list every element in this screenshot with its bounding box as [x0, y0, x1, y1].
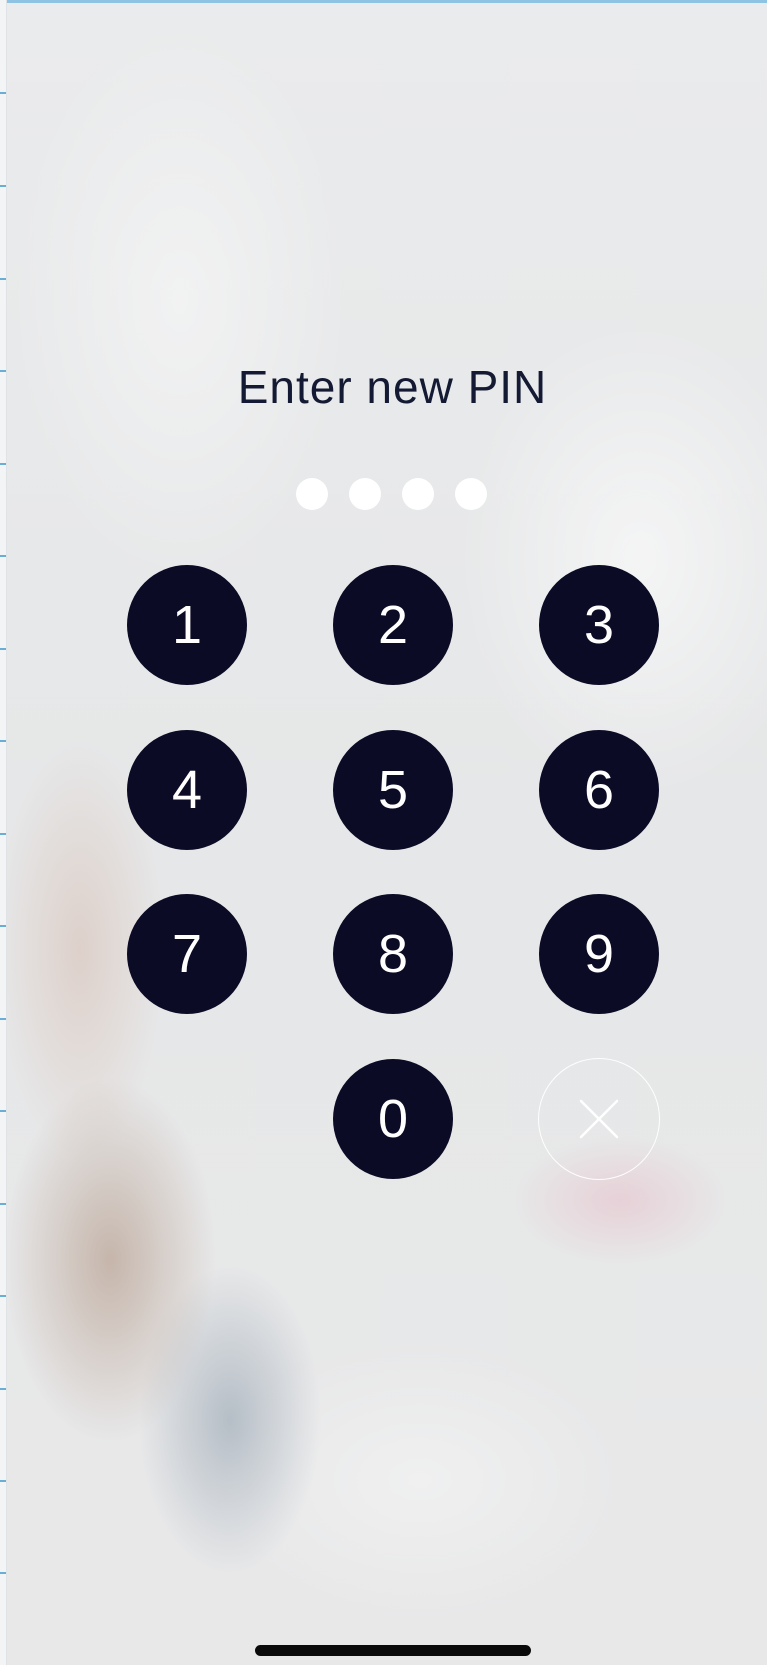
- ruler-tick: [0, 925, 6, 927]
- left-edge-ruler: [0, 0, 7, 1665]
- page-title: Enter new PIN: [237, 361, 548, 413]
- key-5-button[interactable]: 5: [333, 730, 453, 850]
- ruler-tick: [0, 1110, 6, 1112]
- delete-button[interactable]: [538, 1058, 660, 1180]
- key-label: 9: [583, 924, 615, 984]
- pin-indicator: [296, 478, 488, 510]
- ruler-tick: [0, 92, 6, 94]
- key-8-button[interactable]: 8: [333, 894, 453, 1014]
- ruler-tick: [0, 1388, 6, 1390]
- key-label: 1: [171, 595, 203, 655]
- key-label: 4: [171, 760, 203, 820]
- key-7-button[interactable]: 7: [127, 894, 247, 1014]
- ruler-tick: [0, 278, 6, 280]
- key-2-button[interactable]: 2: [333, 565, 453, 685]
- key-label: 8: [377, 924, 409, 984]
- key-label: 6: [583, 760, 615, 820]
- key-6-button[interactable]: 6: [539, 730, 659, 850]
- ruler-tick: [0, 833, 6, 835]
- ruler-tick: [0, 1295, 6, 1297]
- key-3-button[interactable]: 3: [539, 565, 659, 685]
- ruler-tick: [0, 1572, 6, 1574]
- ruler-tick: [0, 463, 6, 465]
- key-4-button[interactable]: 4: [127, 730, 247, 850]
- key-0-button[interactable]: 0: [333, 1059, 453, 1179]
- ruler-tick: [0, 648, 6, 650]
- key-label: 5: [377, 760, 409, 820]
- ruler-tick: [0, 1203, 6, 1205]
- key-label: 0: [377, 1089, 409, 1149]
- pin-dot: [296, 478, 328, 510]
- close-icon: [579, 1099, 619, 1139]
- ruler-tick: [0, 740, 6, 742]
- key-9-button[interactable]: 9: [539, 894, 659, 1014]
- top-edge-line: [0, 0, 767, 3]
- pin-dot: [402, 478, 434, 510]
- key-1-button[interactable]: 1: [127, 565, 247, 685]
- key-label: 3: [583, 595, 615, 655]
- home-indicator[interactable]: [255, 1645, 531, 1656]
- pin-dot: [455, 478, 487, 510]
- ruler-tick: [0, 1480, 6, 1482]
- ruler-tick: [0, 555, 6, 557]
- pin-entry-screen: Enter new PIN 1 2 3 4 5 6 7 8 9 0: [0, 0, 767, 1665]
- pin-dot: [349, 478, 381, 510]
- ruler-tick: [0, 1018, 6, 1020]
- ruler-tick: [0, 185, 6, 187]
- key-label: 2: [377, 595, 409, 655]
- key-label: 7: [171, 924, 203, 984]
